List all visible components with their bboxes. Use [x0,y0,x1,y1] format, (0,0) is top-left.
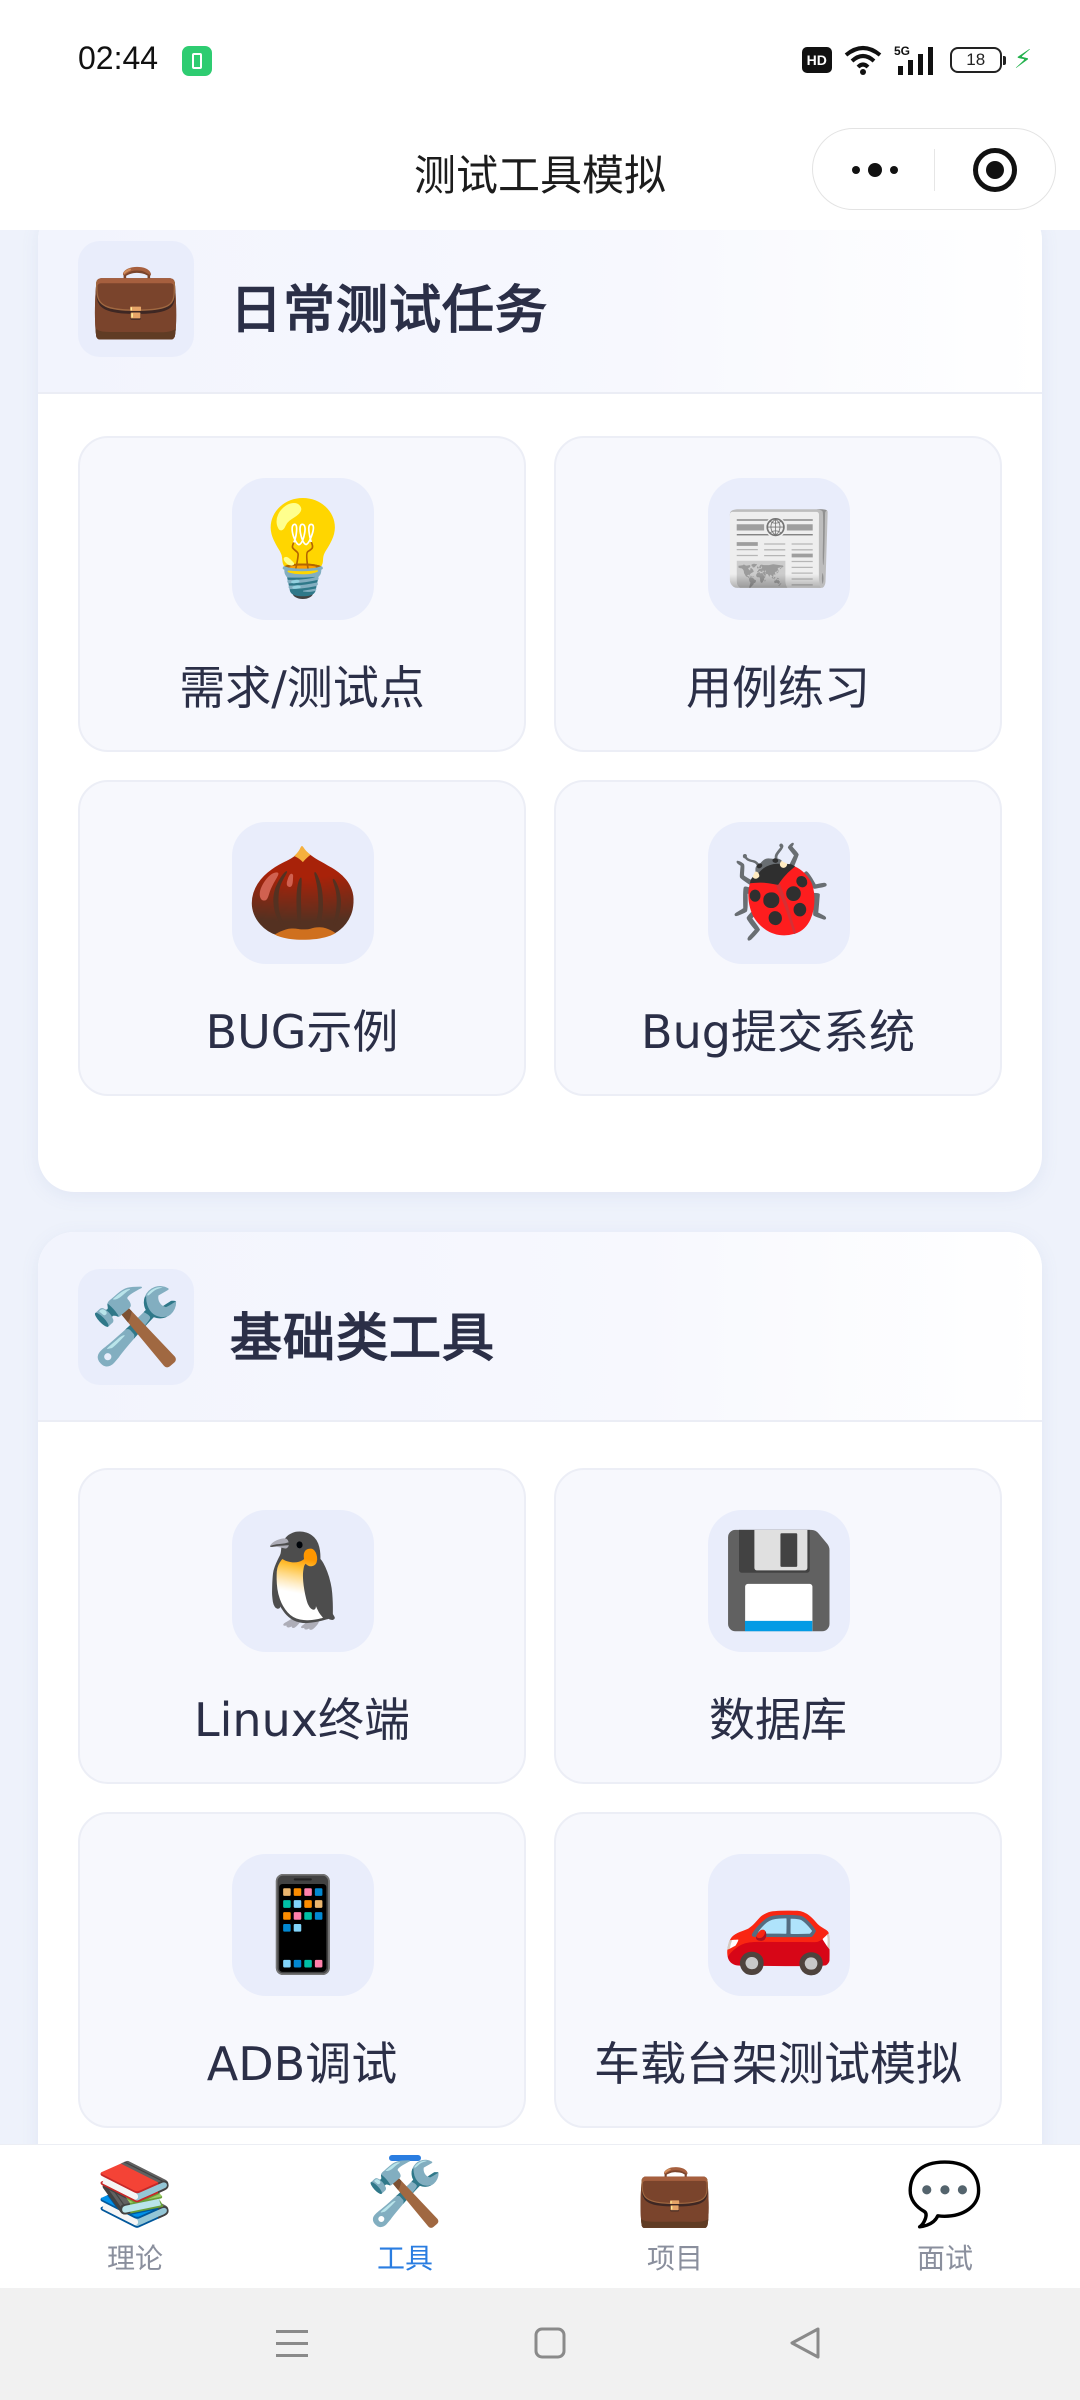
ladybug-icon: 🐞 [708,822,850,964]
tool-tile-linux-terminal[interactable]: 🐧 Linux终端 [78,1468,526,1784]
battery-app-notification-icon [182,46,212,76]
penguin-icon: 🐧 [232,1510,374,1652]
mobile-phone-icon: 📱 [232,1854,374,1996]
battery-level: 18 [966,50,986,69]
section-title: 日常测试任务 [230,281,549,341]
capsule-divider [934,149,935,191]
system-navigation-bar [0,2288,1080,2400]
hammer-wrench-icon: 🛠️ [78,1269,194,1385]
tab-label: 工具 [376,2242,433,2275]
newspaper-icon: 📰 [708,478,850,620]
more-options-icon[interactable] [847,149,903,191]
hammer-wrench-icon: 🛠️ [366,2157,444,2230]
briefcase-icon: 💼 [78,241,194,357]
tile-label: 需求/测试点 [179,661,425,715]
tab-theory[interactable]: 📚 理论 [0,2145,270,2289]
tab-interview[interactable]: 💬 面试 [810,2145,1080,2289]
wifi-icon [844,45,882,75]
tab-label: 项目 [646,2242,703,2275]
tile-label: 用例练习 [686,661,870,715]
status-bar: 02:44 HD 5G 18 ⚡ [0,0,1080,118]
speech-bubble-icon: 💬 [906,2157,984,2230]
section-header: 🛠️ 基础类工具 [38,1232,1042,1422]
tab-label: 面试 [916,2242,973,2275]
tile-label: ADB调试 [206,2037,398,2091]
tile-label: BUG示例 [205,1005,399,1059]
tool-tile-database[interactable]: 💾 数据库 [554,1468,1002,1784]
tool-tile-bug-submit[interactable]: 🐞 Bug提交系统 [554,780,1002,1096]
car-icon: 🚗 [708,1854,850,1996]
tile-label: 车载台架测试模拟 [594,2037,962,2091]
section-card-basic-tools: 🛠️ 基础类工具 🐧 Linux终端 💾 数据库 📱 ADB调试 🚗 车载台架测… [38,1232,1042,2144]
tab-tools[interactable]: 🛠️ 工具 [270,2145,540,2289]
tile-label: Bug提交系统 [641,1005,915,1059]
tool-tile-vehicle-bench[interactable]: 🚗 车载台架测试模拟 [554,1812,1002,2128]
tab-projects[interactable]: 💼 项目 [540,2145,810,2289]
home-icon[interactable] [520,2316,580,2372]
tool-tile-adb-debug[interactable]: 📱 ADB调试 [78,1812,526,2128]
back-icon[interactable] [776,2316,836,2372]
tool-tile-bug-examples[interactable]: 🌰 BUG示例 [78,780,526,1096]
books-icon: 📚 [96,2157,174,2230]
status-time: 02:44 [78,40,159,76]
tile-label: Linux终端 [194,1693,410,1747]
network-type-label: 5G [894,44,910,58]
status-indicators: HD 5G 18 ⚡ [801,42,1032,78]
navigation-bar: 测试工具模拟 [0,118,1080,230]
section-title: 基础类工具 [230,1309,496,1369]
tab-label: 理论 [106,2242,163,2275]
chestnut-icon: 🌰 [232,822,374,964]
tools-content[interactable]: 💼 日常测试任务 💡 需求/测试点 📰 用例练习 🌰 BUG示例 🐞 Bug提交… [0,230,1080,2144]
section-card-daily-testing: 💼 日常测试任务 💡 需求/测试点 📰 用例练习 🌰 BUG示例 🐞 Bug提交… [38,230,1042,1192]
tile-label: 数据库 [709,1693,847,1747]
bottom-tab-bar: 📚 理论 🛠️ 工具 💼 项目 💬 面试 [0,2144,1080,2288]
floppy-disk-icon: 💾 [708,1510,850,1652]
cellular-signal-icon: 5G [894,44,938,76]
close-mini-program-icon[interactable] [973,148,1017,192]
mini-program-capsule [812,128,1056,210]
menu-icon[interactable] [262,2316,322,2372]
briefcase-icon: 💼 [636,2157,714,2230]
light-bulb-icon: 💡 [232,478,374,620]
tool-tile-test-cases[interactable]: 📰 用例练习 [554,436,1002,752]
hd-icon: HD [801,47,832,73]
charging-bolt-icon: ⚡ [1013,45,1032,75]
section-header: 💼 日常测试任务 [38,230,1042,394]
battery-icon: 18 [949,47,1006,73]
tool-tile-requirements[interactable]: 💡 需求/测试点 [78,436,526,752]
